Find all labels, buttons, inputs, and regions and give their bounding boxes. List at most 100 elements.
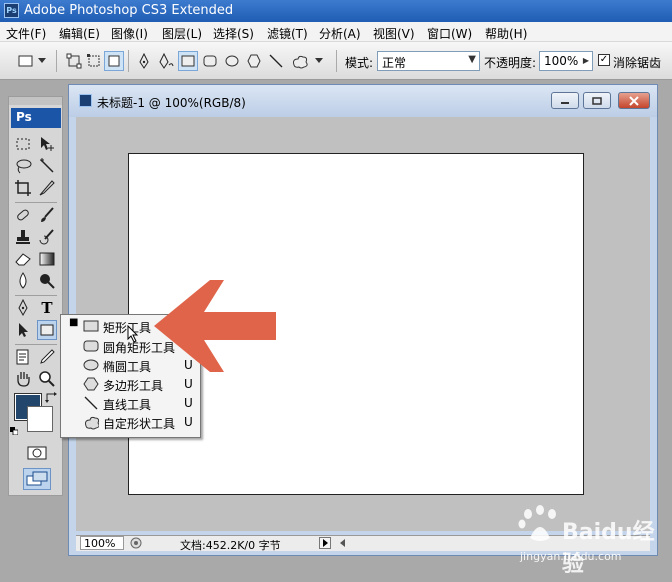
line-tool-button[interactable] [266,51,286,71]
pen-tool[interactable] [13,298,33,318]
opacity-label: 不透明度: [484,56,537,70]
minimize-button[interactable] [551,92,579,109]
gradient-icon [39,252,55,266]
quick-mask-icon [27,446,47,460]
slice-icon [39,180,55,196]
freeform-pen-button[interactable] [156,51,176,71]
menu-bar: 文件(F) 编辑(E) 图像(I) 图层(L) 选择(S) 滤镜(T) 分析(A… [0,22,672,42]
mouse-cursor-icon [127,324,139,343]
pen-icon [139,53,149,69]
path-selection-tool[interactable] [13,320,33,340]
blur-tool[interactable] [13,271,33,291]
antialias-checkbox[interactable]: ✓ [598,54,610,66]
chevron-down-icon [315,58,323,63]
paths-button[interactable] [84,51,104,71]
history-brush-tool[interactable] [37,227,57,247]
app-title: Adobe Photoshop CS3 Extended [24,3,234,18]
clone-stamp-tool[interactable] [13,227,33,247]
hand-tool[interactable] [13,369,33,389]
mode-select-value: 正常 [382,56,407,70]
slice-tool[interactable] [37,178,57,198]
brush-icon [41,207,54,222]
quick-mask-button[interactable] [25,443,49,463]
flyout-item-polygon[interactable]: 多边形工具 U [61,375,200,394]
flyout-shortcut: U [184,396,193,410]
flyout-label: 多边形工具 [103,379,164,393]
type-icon: T [41,299,53,317]
gradient-tool[interactable] [37,249,57,269]
rectangle-tool-button[interactable] [178,51,198,71]
default-colors-icon[interactable] [10,424,19,436]
flyout-label: 自定形状工具 [103,417,176,431]
paths-icon [87,54,100,67]
healing-brush-tool[interactable] [13,205,33,225]
polygon-icon [83,377,99,391]
baidu-watermark: Baidu经验 jingyan.baidu.com [508,498,658,577]
menu-help[interactable]: 帮助(H) [485,25,527,42]
mode-select[interactable]: 正常 ▼ [377,51,480,71]
crop-tool[interactable] [13,178,33,198]
tool-preset-picker[interactable] [16,51,36,71]
menu-file[interactable]: 文件(F) [6,25,46,42]
screen-mode-button[interactable] [23,468,51,490]
app-titlebar: Ps Adobe Photoshop CS3 Extended [0,0,672,22]
menu-view[interactable]: 视图(V) [373,25,415,42]
shape-tool[interactable] [37,320,57,340]
toolbox-header: Ps [11,108,61,128]
background-color-swatch[interactable] [27,406,53,432]
menu-edit[interactable]: 编辑(E) [59,25,100,42]
baidu-paw-icon [518,505,556,541]
marquee-tool[interactable] [13,134,33,154]
flyout-item-line[interactable]: 直线工具 U [61,394,200,413]
custom-shape-dropdown[interactable] [313,51,325,71]
eraser-tool[interactable] [13,249,33,269]
document-icon [79,94,92,107]
move-tool[interactable] [37,134,57,154]
type-tool[interactable]: T [37,298,57,318]
pen-tool-button[interactable] [134,51,154,71]
crop-icon [15,180,31,196]
antialias-label: 消除锯齿 [613,56,662,70]
menu-select[interactable]: 选择(S) [213,25,254,42]
preset-dropdown[interactable] [36,51,48,71]
close-button[interactable] [618,92,650,109]
menu-layer[interactable]: 图层(L) [162,25,202,42]
polygon-tool-button[interactable] [244,51,264,71]
rounded-rectangle-tool-button[interactable] [200,51,220,71]
toolbox: Ps T [8,96,63,496]
lasso-tool[interactable] [13,156,33,176]
ellipse-icon [225,55,239,67]
flyout-shortcut: U [184,377,193,391]
menu-filter[interactable]: 滤镜(T) [267,25,308,42]
eyedropper-tool[interactable] [37,347,57,367]
status-scroll-right[interactable] [319,537,331,549]
healing-brush-icon [17,209,29,221]
magic-wand-tool[interactable] [37,156,57,176]
shape-layers-button[interactable] [64,51,84,71]
maximize-button[interactable] [583,92,611,109]
ellipse-tool-button[interactable] [222,51,242,71]
toolbox-grip[interactable] [9,97,62,105]
status-menu-icon[interactable] [130,537,142,552]
zoom-field[interactable]: 100% [80,536,124,550]
flyout-item-custom-shape[interactable]: 自定形状工具 U [61,413,200,432]
history-brush-icon [39,229,54,245]
marquee-icon [16,138,30,150]
custom-shape-tool-button[interactable] [290,51,310,71]
shape-layers-icon [66,53,82,69]
magic-wand-icon [40,158,54,173]
line-icon [269,54,283,68]
hscroll-left[interactable] [338,538,348,551]
brush-tool[interactable] [37,205,57,225]
fill-pixels-icon [108,55,120,67]
opacity-input[interactable]: 100% ▶ [539,51,593,71]
zoom-tool[interactable] [37,369,57,389]
menu-image[interactable]: 图像(I) [111,25,148,42]
menu-window[interactable]: 窗口(W) [427,25,472,42]
menu-analysis[interactable]: 分析(A) [319,25,361,42]
rectangle-icon [18,55,33,67]
swap-colors-icon[interactable] [45,391,57,403]
fill-pixels-button[interactable] [104,51,124,71]
notes-tool[interactable] [13,347,33,367]
dodge-tool[interactable] [37,271,57,291]
